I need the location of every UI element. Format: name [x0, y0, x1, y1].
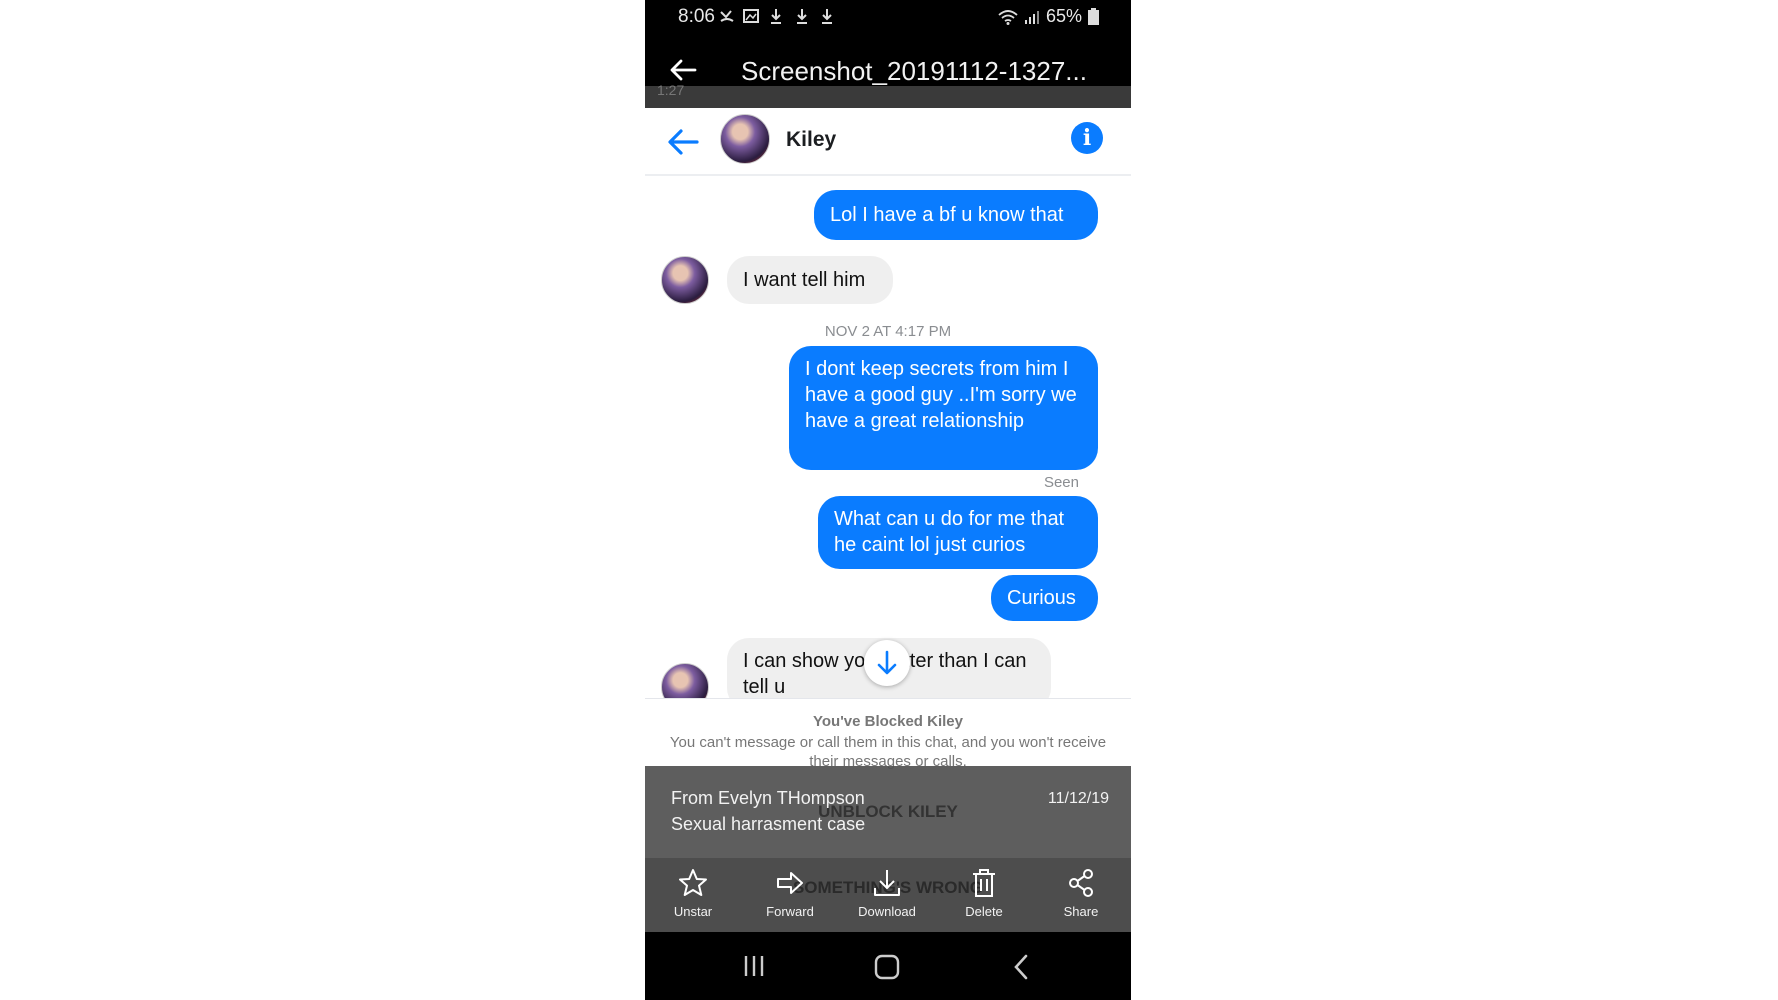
back-arrow-icon[interactable]	[667, 128, 699, 156]
phone-screen: 8:06 65% Screenshot_20191112-1327... 1:2…	[645, 0, 1131, 1000]
download-icon	[874, 870, 900, 896]
unstar-button[interactable]: Unstar	[653, 868, 733, 919]
download-button[interactable]: Download	[847, 868, 927, 919]
download-icon	[822, 9, 832, 24]
message-outgoing[interactable]: Lol I have a bf u know that	[814, 190, 1098, 240]
message-timestamp: NOV 2 AT 4:17 PM	[824, 323, 952, 340]
gallery-header: Screenshot_20191112-1327... 1:27	[645, 34, 1131, 108]
unstar-label: Unstar	[673, 904, 713, 919]
image-date: 11/12/19	[1047, 790, 1109, 807]
image-icon	[743, 9, 759, 23]
arrow-down-icon	[877, 650, 897, 675]
back-icon[interactable]	[1013, 954, 1029, 980]
signal-icon	[1024, 10, 1039, 24]
forward-button[interactable]: Forward	[750, 868, 830, 919]
ghost-status-time: 1:27	[657, 82, 685, 98]
avatar	[661, 256, 709, 304]
status-bar: 8:06 65%	[645, 0, 1131, 34]
image-sender: From Evelyn THompson	[671, 788, 865, 808]
forward-label: Forward	[766, 904, 814, 919]
messenger-header: Kiley i	[645, 108, 1131, 176]
wifi-icon	[998, 9, 1018, 25]
delete-button[interactable]: Delete	[944, 868, 1024, 919]
status-right: 65%	[998, 6, 1099, 27]
scroll-down-button[interactable]	[864, 640, 910, 686]
message-outgoing[interactable]: What can u do for me that he caint lol j…	[818, 496, 1098, 569]
android-nav-bar	[645, 932, 1131, 1000]
forward-icon	[777, 872, 803, 894]
message-outgoing[interactable]: Curious	[991, 575, 1098, 621]
download-label: Download	[858, 904, 916, 919]
download-icon	[797, 9, 807, 24]
avatar[interactable]	[720, 114, 770, 164]
back-arrow-icon[interactable]	[669, 58, 697, 82]
message-outgoing[interactable]: I dont keep secrets from him I have a go…	[789, 346, 1098, 470]
contact-name[interactable]: Kiley	[786, 128, 836, 152]
image-subject: Sexual harrasment case	[671, 814, 866, 834]
recent-apps-icon[interactable]	[741, 954, 767, 978]
gallery-title: Screenshot_20191112-1327...	[741, 56, 1087, 86]
delete-label: Delete	[965, 904, 1003, 919]
share-icon	[1069, 869, 1093, 897]
share-label: Share	[1063, 904, 1099, 919]
image-details-overlay: UNBLOCK KILEY From Evelyn THompson Sexua…	[645, 766, 1131, 858]
message-incoming[interactable]: I want tell him	[727, 256, 893, 304]
download-icon	[771, 9, 781, 24]
chat-area[interactable]: Lol I have a bf u know that I want tell …	[645, 176, 1131, 698]
status-time: 8:06	[678, 6, 715, 27]
battery-percent: 65%	[1045, 6, 1082, 26]
trash-icon	[973, 869, 995, 897]
blocked-title: You've Blocked Kiley	[812, 713, 963, 730]
avatar	[661, 663, 709, 698]
info-icon[interactable]: i	[1071, 122, 1103, 154]
star-icon	[679, 869, 707, 896]
missed-call-icon	[720, 10, 734, 22]
gallery-toolbar: SOMETHING'S WRONG Unstar Forward Downloa…	[645, 858, 1131, 932]
home-icon[interactable]	[874, 954, 900, 980]
seen-indicator: Seen	[1043, 474, 1079, 491]
battery-icon	[1088, 8, 1099, 25]
share-button[interactable]: Share	[1041, 868, 1121, 919]
blocked-notice: You've Blocked Kiley You can't message o…	[645, 698, 1131, 770]
